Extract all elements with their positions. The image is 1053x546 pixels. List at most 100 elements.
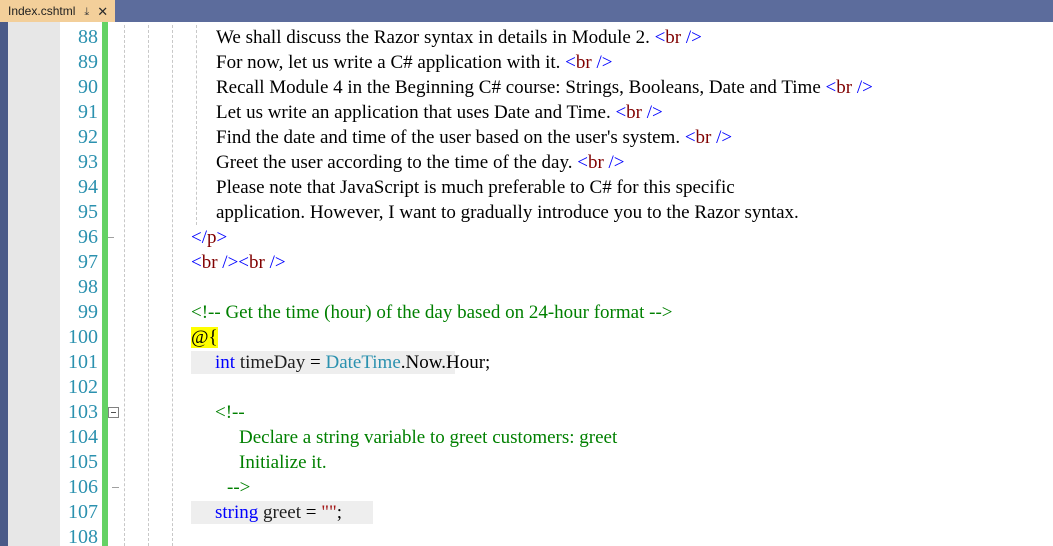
code-token: < bbox=[577, 152, 588, 173]
selection-margin[interactable] bbox=[8, 22, 60, 546]
collapse-region-icon[interactable] bbox=[108, 407, 119, 418]
line-number: 88 bbox=[78, 26, 98, 48]
line-number: 101 bbox=[68, 351, 98, 373]
brace-match-highlight: @{ bbox=[191, 327, 218, 348]
code-token: > bbox=[216, 227, 228, 248]
line-number: 96 bbox=[78, 226, 98, 248]
code-token: Greet the user according to the time of … bbox=[216, 152, 578, 173]
code-token: DateTime bbox=[325, 352, 401, 373]
code-token: For now, let us write a C# application w… bbox=[216, 52, 566, 73]
outlining-end-tick bbox=[108, 237, 114, 238]
code-line[interactable]: <!-- Get the time (hour) of the day base… bbox=[191, 300, 673, 325]
code-token: Find the date and time of the user based… bbox=[216, 127, 685, 148]
code-line[interactable]: Let us write an application that uses Da… bbox=[216, 100, 663, 125]
code-token: /> bbox=[608, 152, 625, 173]
line-number: 100 bbox=[68, 326, 98, 348]
code-token: < bbox=[684, 127, 696, 148]
indent-guide bbox=[172, 25, 173, 546]
code-line[interactable]: <!-- bbox=[215, 400, 245, 425]
code-token: < bbox=[238, 252, 250, 273]
line-number: 99 bbox=[78, 301, 98, 323]
window-left-edge bbox=[0, 22, 8, 546]
code-token: < bbox=[654, 27, 666, 48]
code-line[interactable]: Greet the user according to the time of … bbox=[216, 150, 625, 175]
line-number: 97 bbox=[78, 251, 98, 273]
line-number: 98 bbox=[78, 276, 98, 298]
line-number: 92 bbox=[78, 126, 98, 148]
line-number: 107 bbox=[68, 501, 98, 523]
line-number: 104 bbox=[68, 426, 98, 448]
code-token: int bbox=[215, 352, 236, 373]
line-number: 108 bbox=[68, 526, 98, 546]
code-editor[interactable]: 88 89 90 91 92 93 94 95 96 97 98 99 100 101 102 103 104 1… bbox=[0, 22, 1053, 546]
code-token: br bbox=[575, 52, 592, 73]
outlining-region-end-tick bbox=[112, 487, 119, 488]
line-number: 106 bbox=[68, 476, 98, 498]
code-token: </ bbox=[191, 227, 207, 248]
code-line[interactable]: @{ bbox=[191, 325, 218, 350]
code-token: --> bbox=[227, 477, 251, 498]
code-token: < bbox=[191, 252, 202, 273]
code-token: br bbox=[695, 127, 712, 148]
code-line[interactable]: Initialize it. bbox=[239, 450, 327, 475]
code-line[interactable]: We shall discuss the Razor syntax in det… bbox=[216, 25, 702, 50]
code-token: /> bbox=[685, 27, 702, 48]
code-token: Let us write an application that uses Da… bbox=[216, 102, 616, 123]
code-line[interactable]: Please note that JavaScript is much pref… bbox=[216, 175, 735, 200]
code-token: /> bbox=[646, 102, 663, 123]
code-token: /> bbox=[269, 252, 286, 273]
line-number: 91 bbox=[78, 101, 98, 123]
close-icon[interactable]: ✕ bbox=[97, 5, 108, 18]
code-token: br bbox=[249, 252, 265, 273]
code-token: /> bbox=[596, 52, 613, 73]
line-number: 90 bbox=[78, 76, 98, 98]
code-token: < bbox=[825, 77, 837, 98]
editor-tab-strip: Index.cshtml ⤓ ✕ bbox=[0, 0, 1053, 22]
code-token: = bbox=[305, 502, 322, 523]
code-token: Declare a string variable to greet custo… bbox=[239, 427, 618, 448]
code-line[interactable]: int timeDay = DateTime.Now.Hour; bbox=[215, 350, 490, 375]
code-line[interactable]: </p> bbox=[191, 225, 227, 250]
line-number-gutter: 88 89 90 91 92 93 94 95 96 97 98 99 100 101 102 103 104 1… bbox=[60, 22, 102, 546]
code-token: /> bbox=[856, 77, 873, 98]
line-number: 102 bbox=[68, 376, 98, 398]
code-token: /> bbox=[222, 252, 239, 273]
code-token: br bbox=[201, 252, 218, 273]
code-token: < bbox=[615, 102, 627, 123]
code-line[interactable]: application. However, I want to graduall… bbox=[216, 200, 799, 225]
code-token: /> bbox=[716, 127, 733, 148]
code-token: <!-- bbox=[215, 402, 245, 423]
pin-icon[interactable]: ⤓ bbox=[84, 6, 89, 17]
code-token: application. However, I want to graduall… bbox=[216, 202, 799, 223]
code-text-surface[interactable]: We shall discuss the Razor syntax in det… bbox=[121, 22, 1053, 546]
line-number: 94 bbox=[78, 176, 98, 198]
code-line[interactable]: <br /><br /> bbox=[191, 250, 286, 275]
indent-guide bbox=[148, 25, 149, 546]
code-token: "" bbox=[321, 502, 337, 523]
code-line[interactable]: Find the date and time of the user based… bbox=[216, 125, 732, 150]
code-token: br bbox=[587, 152, 604, 173]
line-number: 89 bbox=[78, 51, 98, 73]
code-token: br bbox=[626, 102, 642, 123]
code-token: br bbox=[665, 27, 682, 48]
code-line[interactable]: Declare a string variable to greet custo… bbox=[239, 425, 617, 450]
code-token: ; bbox=[336, 502, 343, 523]
code-token: timeDay bbox=[235, 352, 310, 373]
code-token: br bbox=[836, 77, 853, 98]
code-token: <!-- Get the time (hour) of the day base… bbox=[191, 302, 673, 323]
line-number: 95 bbox=[78, 201, 98, 223]
code-token: greet bbox=[258, 502, 306, 523]
indent-guide bbox=[196, 25, 197, 225]
code-line[interactable]: For now, let us write a C# application w… bbox=[216, 50, 612, 75]
line-number: 103 bbox=[68, 401, 98, 423]
code-line[interactable]: --> bbox=[227, 475, 250, 500]
code-line[interactable]: string greet = ""; bbox=[215, 500, 342, 525]
code-token: Initialize it. bbox=[239, 452, 327, 473]
line-number: 93 bbox=[78, 151, 98, 173]
indent-guide bbox=[124, 25, 125, 546]
outlining-margin[interactable] bbox=[108, 22, 221, 546]
code-token: < bbox=[565, 52, 576, 73]
code-token: p bbox=[207, 227, 217, 248]
code-line[interactable]: Recall Module 4 in the Beginning C# cour… bbox=[216, 75, 873, 100]
tab-index-cshtml[interactable]: Index.cshtml ⤓ ✕ bbox=[0, 0, 116, 22]
